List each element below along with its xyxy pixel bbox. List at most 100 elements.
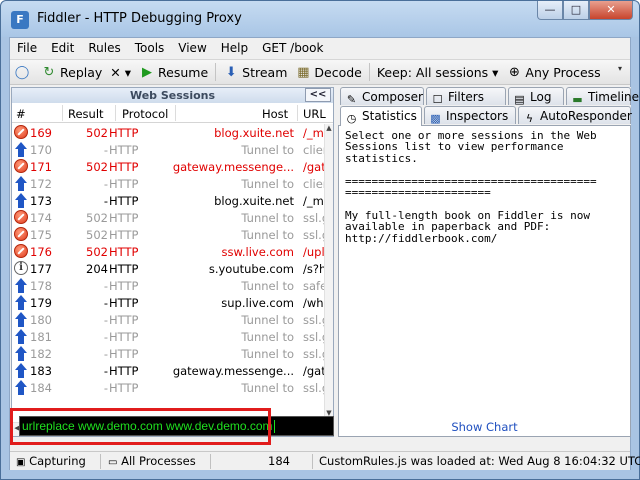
menu-tools[interactable]: Tools (128, 38, 172, 58)
tab-log[interactable]: ▤ Log (508, 87, 564, 106)
session-row[interactable]: 169 502HTTP blog.xuite.net /_my (12, 124, 324, 141)
session-number: 179 (30, 296, 52, 310)
session-row[interactable]: 179 -HTTP sup.live.com/wha (12, 294, 324, 311)
collapse-button[interactable]: << (305, 88, 331, 102)
sessions-list: 169502HTTPblog.xuite.net/_my170-HTTPTunn… (12, 124, 324, 421)
text-caret (273, 420, 275, 434)
session-row[interactable]: 174 502HTTP Tunnel to ssl.gs (12, 209, 324, 226)
session-host: Tunnel to (241, 228, 294, 242)
session-row[interactable]: 178 -HTTP Tunnel to safeb (12, 277, 324, 294)
session-url: /wha (303, 296, 324, 310)
session-result: - (103, 347, 108, 361)
keep-sessions-dropdown[interactable]: Keep: All sessions ▾ (373, 60, 503, 84)
tab-autoresponder[interactable]: ϟ AutoResponder (518, 106, 632, 125)
session-url: /_my (303, 194, 324, 208)
remove-dropdown[interactable]: ✕ ▾ (106, 60, 135, 84)
session-row[interactable]: 171 502HTTP gateway.messenge... /gate (12, 158, 324, 175)
stream-button[interactable]: ⬇ Stream (219, 60, 291, 84)
session-row[interactable]: 173 -HTTP blog.xuite.net /_my (12, 192, 324, 209)
session-host: ssw.live.com (221, 245, 294, 259)
upload-arrow-icon (14, 176, 29, 191)
session-number: 180 (30, 313, 52, 327)
session-number: 177 (30, 262, 52, 276)
column-host[interactable]: Host (262, 107, 288, 121)
status-divider (210, 454, 211, 469)
window-title: Fiddler - HTTP Debugging Proxy (37, 11, 242, 26)
decode-button[interactable]: ▦ Decode (291, 60, 365, 84)
maximize-button[interactable]: □ (563, 1, 589, 20)
sessions-vertical-scrollbar[interactable]: ▲ ▼ (324, 124, 333, 421)
session-row[interactable]: i177 204HTTP s.youtube.com/s?hb (12, 260, 324, 277)
session-number: 173 (30, 194, 52, 208)
session-protocol: HTTP (109, 194, 139, 208)
session-row[interactable]: 170 -HTTP Tunnel to client (12, 141, 324, 158)
column-protocol[interactable]: Protocol (122, 107, 168, 121)
session-row[interactable]: 183 -HTTP gateway.messenge... /gate (12, 362, 324, 379)
any-process-button[interactable]: ⊕ Any Process (502, 60, 604, 84)
tab-row-bottom: ◷ Statistics ▩ Inspectors ϟ AutoResponder (338, 106, 632, 126)
session-number: 183 (30, 364, 52, 378)
column-divider[interactable] (297, 105, 298, 121)
session-row[interactable]: 172 -HTTP Tunnel to client (12, 175, 324, 192)
session-result: - (103, 313, 108, 327)
process-filter[interactable]: ▭ All Processes (108, 454, 196, 468)
column-divider[interactable] (115, 105, 116, 121)
tab-inspectors[interactable]: ▩ Inspectors (424, 106, 516, 125)
minimize-button[interactable]: — (537, 1, 563, 20)
toolbar-separator (215, 63, 217, 81)
detail-pane: ✎ Composer ☐ Filters ▤ Log ▬ Timeline ◷ Stati… (338, 87, 639, 437)
scroll-up-icon[interactable]: ▲ (325, 124, 333, 136)
session-result: - (103, 381, 108, 395)
error-stop-icon (14, 210, 29, 225)
menu-get-book[interactable]: GET /book (255, 38, 330, 58)
session-protocol: HTTP (109, 177, 139, 191)
column-divider[interactable] (62, 105, 63, 121)
tab-timeline[interactable]: ▬ Timeline (566, 87, 639, 106)
comment-button[interactable]: ◯ (10, 60, 37, 84)
title-bar[interactable]: F Fiddler - HTTP Debugging Proxy — □ ✕ (1, 1, 639, 37)
session-host: Tunnel to (241, 177, 294, 191)
session-row[interactable]: 184 -HTTP Tunnel to ssl.gs (12, 379, 324, 396)
session-row[interactable]: 175 502HTTP Tunnel to ssl.gs (12, 226, 324, 243)
session-number: 169 (30, 126, 52, 140)
menu-edit[interactable]: Edit (44, 38, 81, 58)
session-result: - (103, 279, 108, 293)
menu-view[interactable]: View (171, 38, 213, 58)
replay-button[interactable]: ↻ Replay (37, 60, 106, 84)
column-result[interactable]: Result (68, 107, 104, 121)
tab-inspectors-label: Inspectors (446, 109, 509, 123)
session-host: sup.live.com (221, 296, 294, 310)
session-protocol: HTTP (109, 279, 139, 293)
process-filter-label: All Processes (121, 454, 196, 468)
resume-button[interactable]: ▶ Resume (135, 60, 212, 84)
column-divider[interactable] (175, 105, 176, 121)
tab-composer[interactable]: ✎ Composer (340, 87, 424, 106)
tab-statistics-label: Statistics (362, 109, 417, 123)
menu-rules[interactable]: Rules (81, 38, 127, 58)
session-result: 502 (86, 211, 108, 225)
menu-file[interactable]: File (10, 38, 44, 58)
session-url: ssl.gs (303, 211, 324, 225)
status-bar: ▣ Capturing ▭ All Processes 184 CustomRu… (10, 451, 640, 470)
session-url: /s?hb (303, 262, 324, 276)
tab-statistics[interactable]: ◷ Statistics (340, 106, 422, 126)
session-number: 172 (30, 177, 52, 191)
keep-sessions-label: Keep: All sessions ▾ (376, 64, 499, 80)
session-row[interactable]: 181 -HTTP Tunnel to ssl.gs (12, 328, 324, 345)
session-result: 204 (86, 262, 108, 276)
any-process-label: Any Process (525, 64, 601, 80)
session-row[interactable]: 176 502HTTP ssw.live.com/uplo (12, 243, 324, 260)
session-row[interactable]: 182 -HTTP Tunnel to ssl.gs (12, 345, 324, 362)
column-url[interactable]: URL (303, 107, 326, 121)
toolbar-separator (368, 63, 370, 81)
session-row[interactable]: 180 -HTTP Tunnel to ssl.gs (12, 311, 324, 328)
tab-filters[interactable]: ☐ Filters (426, 87, 506, 106)
upload-arrow-icon (14, 346, 29, 361)
show-chart-link[interactable]: Show Chart (339, 420, 630, 434)
menu-help[interactable]: Help (214, 38, 255, 58)
column-number[interactable]: # (16, 107, 26, 121)
capturing-indicator[interactable]: ▣ Capturing (16, 454, 86, 468)
close-button[interactable]: ✕ (589, 1, 633, 20)
toolbar-overflow-icon[interactable]: ▾ (618, 64, 628, 80)
session-result: - (103, 330, 108, 344)
